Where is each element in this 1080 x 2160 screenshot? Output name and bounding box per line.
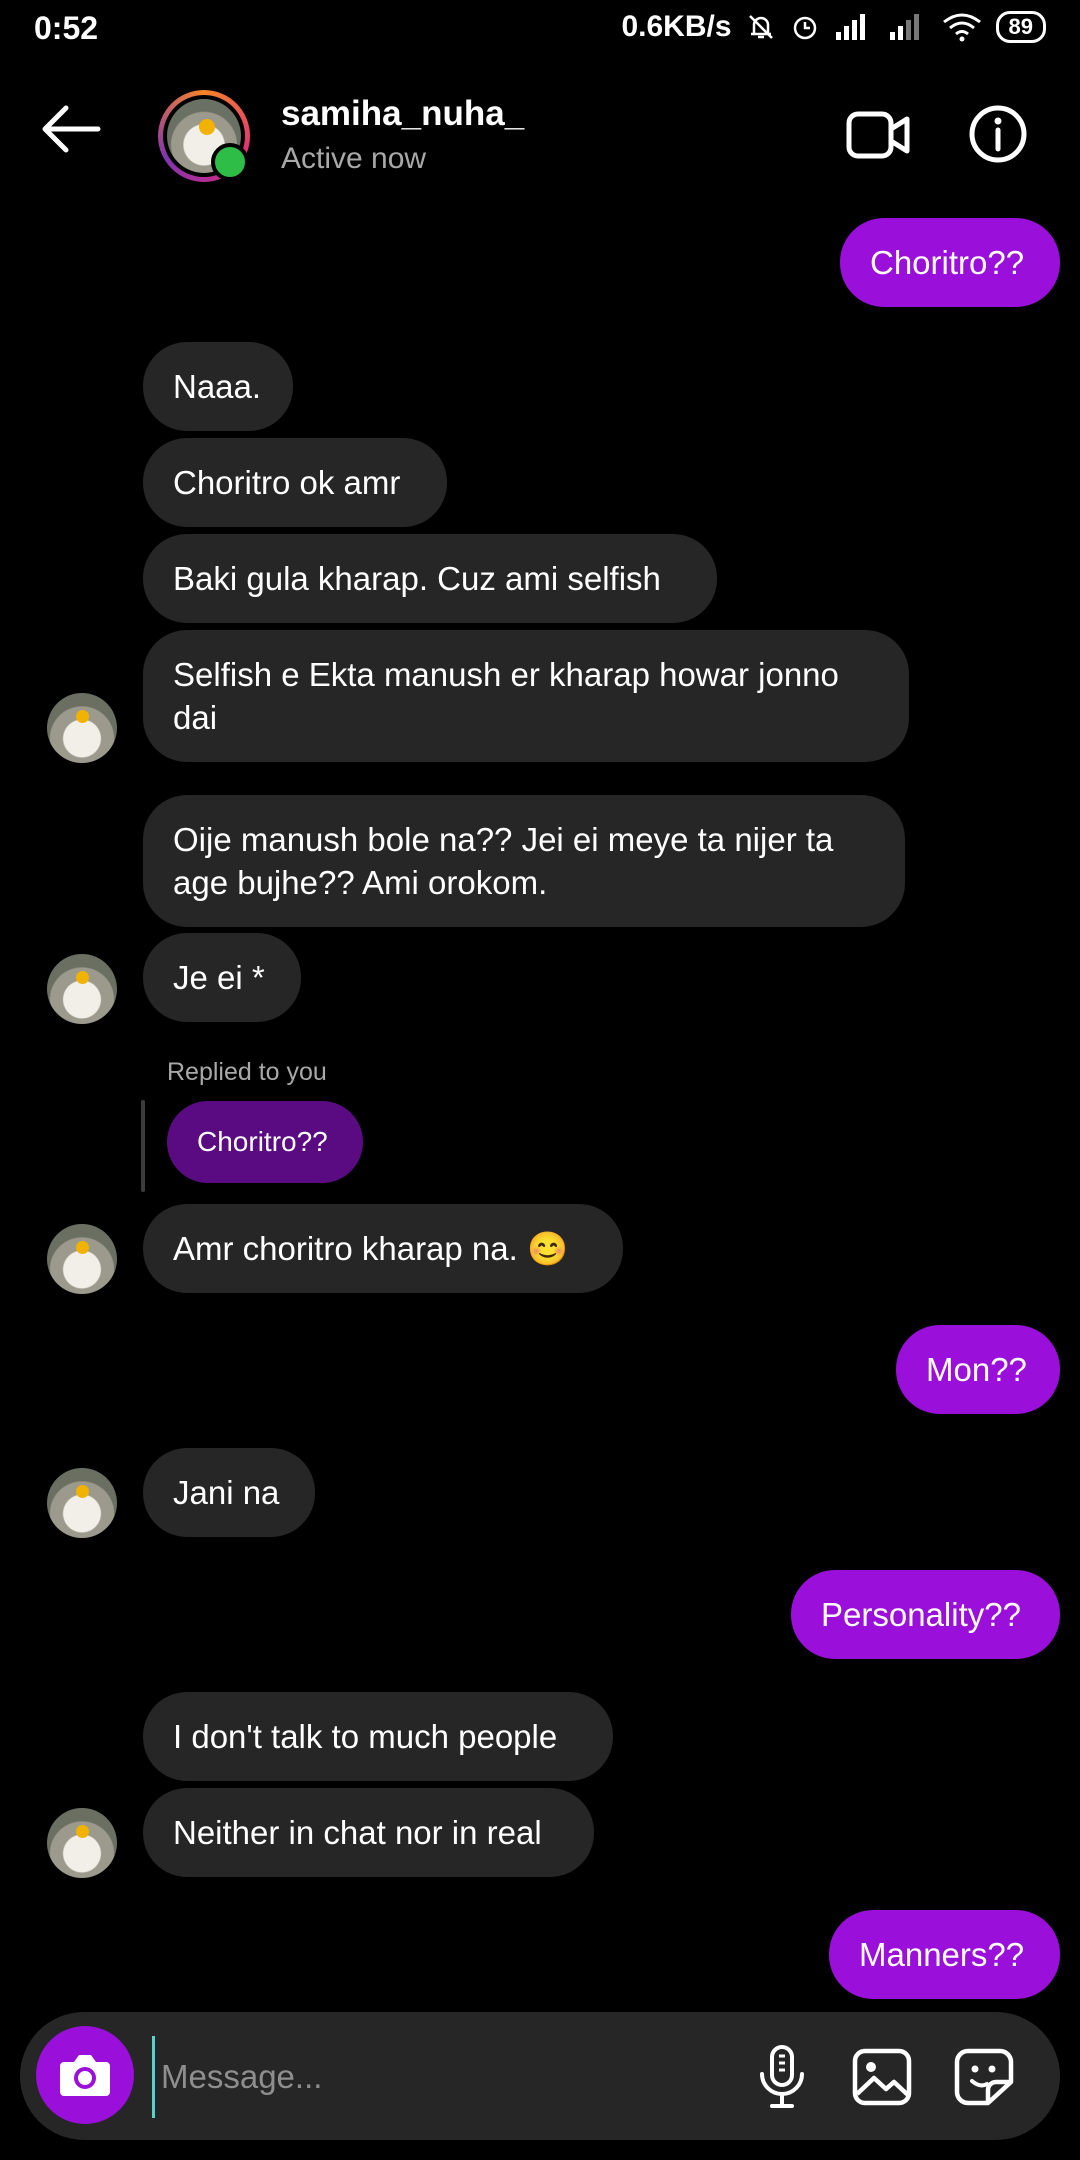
camera-button[interactable]	[36, 2026, 134, 2124]
reply-label: Replied to you	[167, 1058, 327, 1086]
message-bubble-outgoing[interactable]: Mon??	[896, 1325, 1060, 1414]
message-bubble-incoming[interactable]: Je ei *	[143, 933, 301, 1022]
battery-indicator: 89	[995, 11, 1046, 43]
active-status: Active now	[281, 142, 427, 175]
video-call-icon[interactable]	[846, 108, 910, 162]
online-indicator	[211, 143, 249, 181]
camera-icon	[60, 2055, 110, 2096]
reply-divider	[141, 1100, 145, 1192]
message-input[interactable]	[152, 2036, 723, 2118]
mute-icon	[748, 15, 773, 39]
wifi-icon	[942, 13, 981, 42]
message-bubble-incoming[interactable]: Neither in chat nor in real	[143, 1788, 594, 1877]
gallery-icon[interactable]	[852, 2048, 912, 2106]
message-composer	[20, 2012, 1060, 2140]
sender-avatar[interactable]	[47, 954, 117, 1024]
network-speed: 0.6KB/s	[621, 10, 732, 43]
sender-avatar[interactable]	[47, 1224, 117, 1294]
quoted-message[interactable]: Choritro??	[167, 1101, 363, 1183]
message-bubble-incoming[interactable]: Jani na	[143, 1448, 315, 1537]
microphone-icon[interactable]	[756, 2044, 808, 2110]
message-bubble-incoming[interactable]: Choritro ok amr	[143, 438, 447, 527]
sender-avatar[interactable]	[47, 1468, 117, 1538]
message-bubble-incoming[interactable]: I don't talk to much people	[143, 1692, 613, 1781]
message-bubble-outgoing[interactable]: Personality??	[791, 1570, 1060, 1659]
info-icon[interactable]	[968, 104, 1028, 164]
message-bubble-incoming[interactable]: Oije manush bole na?? Jei ei meye ta nij…	[143, 795, 905, 927]
sender-avatar[interactable]	[47, 693, 117, 763]
sticker-icon[interactable]	[954, 2048, 1014, 2106]
message-bubble-incoming[interactable]: Baki gula kharap. Cuz ami selfish	[143, 534, 717, 623]
signal-icon	[835, 14, 865, 40]
message-bubble-outgoing[interactable]: Choritro??	[840, 218, 1060, 307]
message-bubble-outgoing[interactable]: Manners??	[829, 1910, 1060, 1999]
message-bubble-incoming[interactable]: Amr choritro kharap na. 😊	[143, 1204, 623, 1293]
signal-icon-2	[889, 14, 919, 40]
status-bar: 0:52 0.6KB/s 89	[0, 0, 1080, 64]
chat-username[interactable]: samiha_nuha_	[281, 94, 524, 134]
back-arrow-icon[interactable]	[40, 104, 102, 154]
chat-header: samiha_nuha_ Active now	[0, 64, 1080, 214]
sender-avatar[interactable]	[47, 1808, 117, 1878]
status-indicators: 0.6KB/s 89	[621, 10, 1046, 44]
status-time: 0:52	[34, 10, 99, 46]
alarm-icon	[793, 16, 816, 40]
message-bubble-incoming[interactable]: Naaa.	[143, 342, 293, 431]
message-bubble-incoming[interactable]: Selfish e Ekta manush er kharap howar jo…	[143, 630, 909, 762]
